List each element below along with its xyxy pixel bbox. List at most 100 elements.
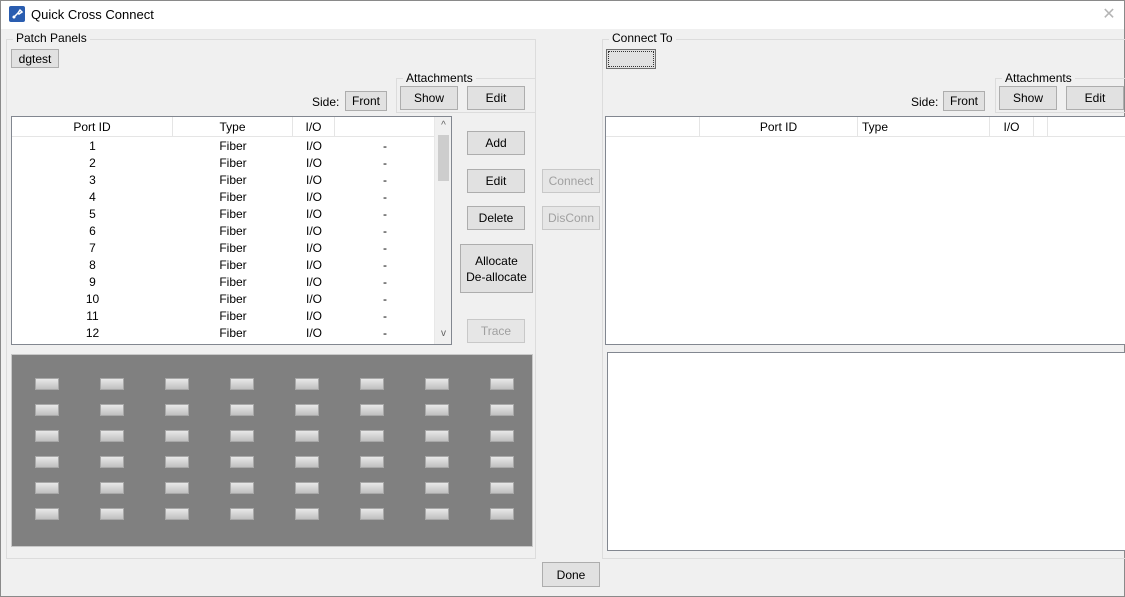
port-slot[interactable] <box>230 482 254 494</box>
trace-button[interactable]: Trace <box>467 319 525 343</box>
port-slot[interactable] <box>295 430 319 442</box>
port-slot[interactable] <box>360 430 384 442</box>
port-slot[interactable] <box>490 404 514 416</box>
table-row[interactable]: 12 Fiber I/O - <box>12 325 435 342</box>
port-slot[interactable] <box>490 482 514 494</box>
port-slot[interactable] <box>360 378 384 390</box>
port-slot[interactable] <box>295 404 319 416</box>
port-slot[interactable] <box>165 508 189 520</box>
connect-to-selector[interactable] <box>606 49 656 69</box>
port-slot[interactable] <box>100 404 124 416</box>
port-slot[interactable] <box>165 378 189 390</box>
table-row[interactable]: 9 Fiber I/O - <box>12 274 435 291</box>
port-slot[interactable] <box>100 456 124 468</box>
port-slot[interactable] <box>295 482 319 494</box>
extra-cell: - <box>383 258 387 272</box>
port-slot[interactable] <box>425 404 449 416</box>
scroll-up-icon[interactable]: ^ <box>435 117 451 134</box>
port-slot[interactable] <box>35 508 59 520</box>
allocate-deallocate-button[interactable]: Allocate De-allocate <box>460 244 533 293</box>
port-slot[interactable] <box>230 430 254 442</box>
left-side-selector[interactable]: Front <box>345 91 387 111</box>
column-port-id[interactable]: Port ID <box>12 117 173 137</box>
port-slot[interactable] <box>35 456 59 468</box>
add-button[interactable]: Add <box>467 131 525 155</box>
port-slot[interactable] <box>425 378 449 390</box>
port-slot[interactable] <box>165 404 189 416</box>
port-slot[interactable] <box>100 482 124 494</box>
edit-port-button[interactable]: Edit <box>467 169 525 193</box>
table-row[interactable]: 8 Fiber I/O - <box>12 257 435 274</box>
io-cell: I/O <box>305 292 322 306</box>
port-slot[interactable] <box>295 508 319 520</box>
table-row[interactable]: 1 Fiber I/O - <box>12 138 435 155</box>
app-icon <box>9 6 25 22</box>
table-row[interactable]: 3 Fiber I/O - <box>12 172 435 189</box>
type-cell: Fiber <box>219 258 247 272</box>
patch-panel-selector[interactable]: dgtest <box>11 49 59 68</box>
port-slot[interactable] <box>165 482 189 494</box>
column-port-id[interactable]: Port ID <box>700 117 858 137</box>
table-row[interactable]: 2 Fiber I/O - <box>12 155 435 172</box>
port-slot[interactable] <box>425 456 449 468</box>
table-row[interactable]: 6 Fiber I/O - <box>12 223 435 240</box>
port-slot[interactable] <box>35 430 59 442</box>
connect-button[interactable]: Connect <box>542 169 600 193</box>
table-row[interactable]: 4 Fiber I/O - <box>12 189 435 206</box>
port-slot[interactable] <box>490 430 514 442</box>
port-slot[interactable] <box>360 482 384 494</box>
done-button[interactable]: Done <box>542 562 600 587</box>
port-slot[interactable] <box>425 508 449 520</box>
port-slot[interactable] <box>100 378 124 390</box>
port-slot[interactable] <box>230 456 254 468</box>
port-slot[interactable] <box>425 482 449 494</box>
port-slot[interactable] <box>35 378 59 390</box>
port-slot[interactable] <box>230 404 254 416</box>
table-row[interactable]: 11 Fiber I/O - <box>12 308 435 325</box>
io-cell: I/O <box>305 156 322 170</box>
column-blank[interactable] <box>606 117 700 137</box>
table-row[interactable]: 5 Fiber I/O - <box>12 206 435 223</box>
port-slot[interactable] <box>360 508 384 520</box>
port-slot[interactable] <box>35 404 59 416</box>
port-slot[interactable] <box>100 508 124 520</box>
port-slot[interactable] <box>230 508 254 520</box>
left-show-attachments-button[interactable]: Show <box>400 86 458 110</box>
port-slot[interactable] <box>360 404 384 416</box>
scroll-thumb[interactable] <box>438 135 449 181</box>
port-slot[interactable] <box>230 378 254 390</box>
port-slot[interactable] <box>100 430 124 442</box>
column-extra[interactable] <box>1034 117 1048 137</box>
port-slot[interactable] <box>35 482 59 494</box>
disconnect-button[interactable]: DisConn <box>542 206 600 230</box>
port-slot[interactable] <box>490 378 514 390</box>
connect-to-ports-list[interactable]: Port ID Type I/O <box>605 116 1125 345</box>
column-extra[interactable] <box>335 117 435 137</box>
delete-button[interactable]: Delete <box>467 206 525 230</box>
port-slot[interactable] <box>490 508 514 520</box>
port-slot[interactable] <box>295 456 319 468</box>
port-slot[interactable] <box>165 456 189 468</box>
io-cell: I/O <box>305 258 322 272</box>
close-icon[interactable]: ✕ <box>1094 1 1124 29</box>
left-edit-attachments-button[interactable]: Edit <box>467 86 525 110</box>
port-slot[interactable] <box>490 456 514 468</box>
port-slot[interactable] <box>425 430 449 442</box>
port-slot[interactable] <box>360 456 384 468</box>
column-io[interactable]: I/O <box>293 117 335 137</box>
port-slot[interactable] <box>165 430 189 442</box>
column-type[interactable]: Type <box>173 117 293 137</box>
port-id-cell: 11 <box>86 309 99 323</box>
scroll-down-icon[interactable]: v <box>435 325 451 342</box>
extra-cell: - <box>383 309 387 323</box>
ports-list-scrollbar[interactable]: ^ v <box>434 117 451 344</box>
table-row[interactable]: 10 Fiber I/O - <box>12 291 435 308</box>
right-edit-attachments-button[interactable]: Edit <box>1066 86 1124 110</box>
column-io[interactable]: I/O <box>990 117 1034 137</box>
table-row[interactable]: 7 Fiber I/O - <box>12 240 435 257</box>
ports-list[interactable]: Port ID Type I/O 1 Fiber I/O - 2 Fiber I/O - 3 Fi… <box>11 116 452 345</box>
port-slot[interactable] <box>295 378 319 390</box>
right-show-attachments-button[interactable]: Show <box>999 86 1057 110</box>
right-side-selector[interactable]: Front <box>943 91 985 111</box>
column-type[interactable]: Type <box>858 117 990 137</box>
